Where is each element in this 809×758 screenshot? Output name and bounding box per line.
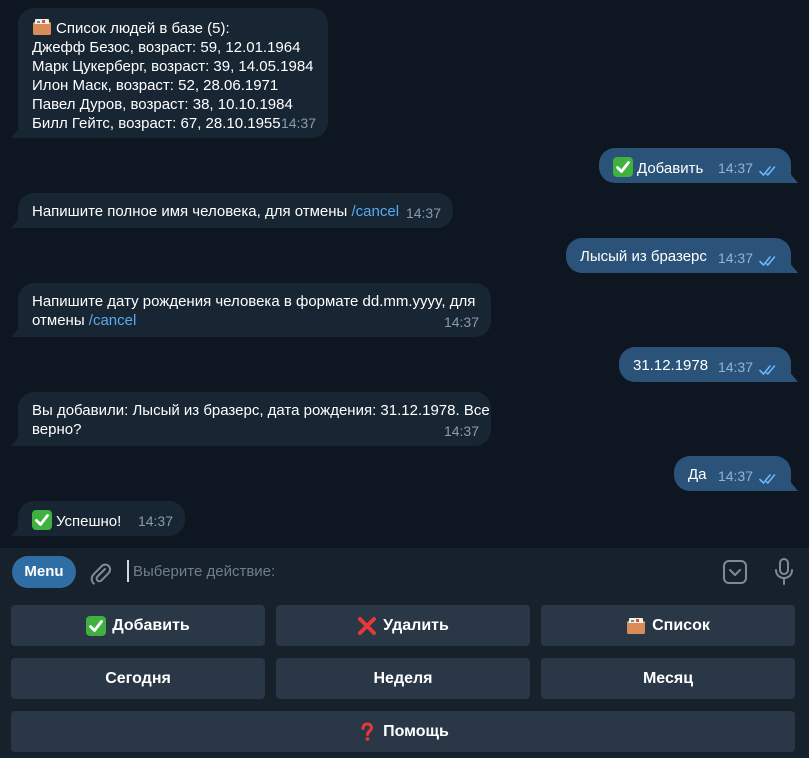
keyboard-list-label: Список (652, 616, 710, 634)
message-line: 31.12.1978 (633, 357, 709, 374)
keyboard-month-button[interactable]: Месяц (541, 658, 795, 699)
message-time: 14:37 (717, 250, 753, 266)
message-line: Марк Цукерберг, возраст: 39, 14.05.1984 (32, 58, 314, 75)
message-line: Билл Гейтс, возраст: 67, 28.10.1955 (32, 115, 281, 132)
check-mark-icon (32, 510, 52, 530)
message-bubble-incoming: Вы добавили: Лысый из бразерс, дата рожд… (11, 392, 491, 446)
check-mark-icon (86, 616, 106, 636)
message-line: отмены /cancel (32, 312, 137, 329)
message-line: Вы добавили: Лысый из бразерс, дата рожд… (32, 402, 490, 419)
keyboard-delete-button[interactable]: Удалить (276, 605, 530, 646)
message-bubble-incoming: Список людей в базе (5): Джефф Безос, во… (11, 8, 328, 138)
message-time: 14:37 (443, 314, 479, 330)
double-check-icon (759, 165, 779, 177)
message-time: 14:37 (717, 359, 753, 375)
keyboard-delete-label: Удалить (383, 616, 449, 634)
message-time: 14:37 (443, 423, 479, 439)
message-line: Напишите полное имя человека, для отмены… (32, 203, 400, 220)
double-check-icon (759, 473, 779, 485)
message-time: 14:37 (280, 115, 316, 131)
chat-area: Список людей в базе (5): Джефф Безос, во… (0, 0, 809, 548)
message-time: 14:37 (717, 468, 753, 484)
microphone-icon[interactable] (773, 557, 795, 587)
message-line: верно? (32, 421, 82, 438)
message-bubble-outgoing: Добавить 14:37 (599, 148, 798, 183)
keyboard-help-button[interactable]: Помощь (11, 711, 795, 752)
keyboard-add-button[interactable]: Добавить (11, 605, 265, 646)
message-time: 14:37 (717, 160, 753, 176)
message-line: Джефф Безос, возраст: 59, 12.01.1964 (32, 39, 301, 56)
keyboard-week-button[interactable]: Неделя (276, 658, 530, 699)
keyboard-icon[interactable] (722, 559, 748, 585)
message-time: 14:37 (405, 205, 441, 221)
keyboard-add-label: Добавить (112, 616, 190, 634)
keyboard-today-button[interactable]: Сегодня (11, 658, 265, 699)
message-line: Список людей в базе (5): (32, 17, 314, 38)
keyboard-help-label: Помощь (383, 722, 449, 740)
menu-button[interactable]: Menu (12, 556, 76, 588)
keyboard-list-button[interactable]: Список (541, 605, 795, 646)
message-line: Напишите дату рождения человека в формат… (32, 293, 476, 310)
check-mark-icon (613, 157, 633, 177)
cancel-command-link[interactable]: /cancel (352, 203, 400, 220)
bot-keyboard: Добавить Удалить Список Сегодня Неделя М… (0, 598, 809, 758)
text-cursor (127, 560, 129, 582)
double-check-icon (759, 255, 779, 267)
cancel-command-link[interactable]: /cancel (89, 312, 137, 329)
message-line: Павел Дуров, возраст: 38, 10.10.1984 (32, 96, 293, 113)
folder-icon (626, 616, 646, 636)
cross-icon (357, 616, 377, 636)
message-input[interactable]: Выберите действие: (133, 563, 275, 580)
message-time: 14:37 (137, 513, 173, 529)
message-bubble-outgoing: 31.12.1978 14:37 (619, 347, 798, 382)
message-line: Илон Маск, возраст: 52, 28.06.1971 (32, 77, 279, 94)
double-check-icon (759, 364, 779, 376)
message-bubble-outgoing: Лысый из бразерс 14:37 (566, 238, 798, 273)
message-bubble-incoming: Успешно! 14:37 (11, 501, 185, 536)
message-input-bar: Menu Выберите действие: (0, 548, 809, 598)
message-bubble-outgoing: Да 14:37 (674, 456, 798, 491)
message-bubble-incoming: Напишите полное имя человека, для отмены… (11, 193, 453, 228)
question-icon (357, 722, 377, 742)
folder-icon (32, 17, 52, 37)
message-bubble-incoming: Напишите дату рождения человека в формат… (11, 283, 491, 337)
paperclip-icon[interactable] (88, 560, 112, 586)
